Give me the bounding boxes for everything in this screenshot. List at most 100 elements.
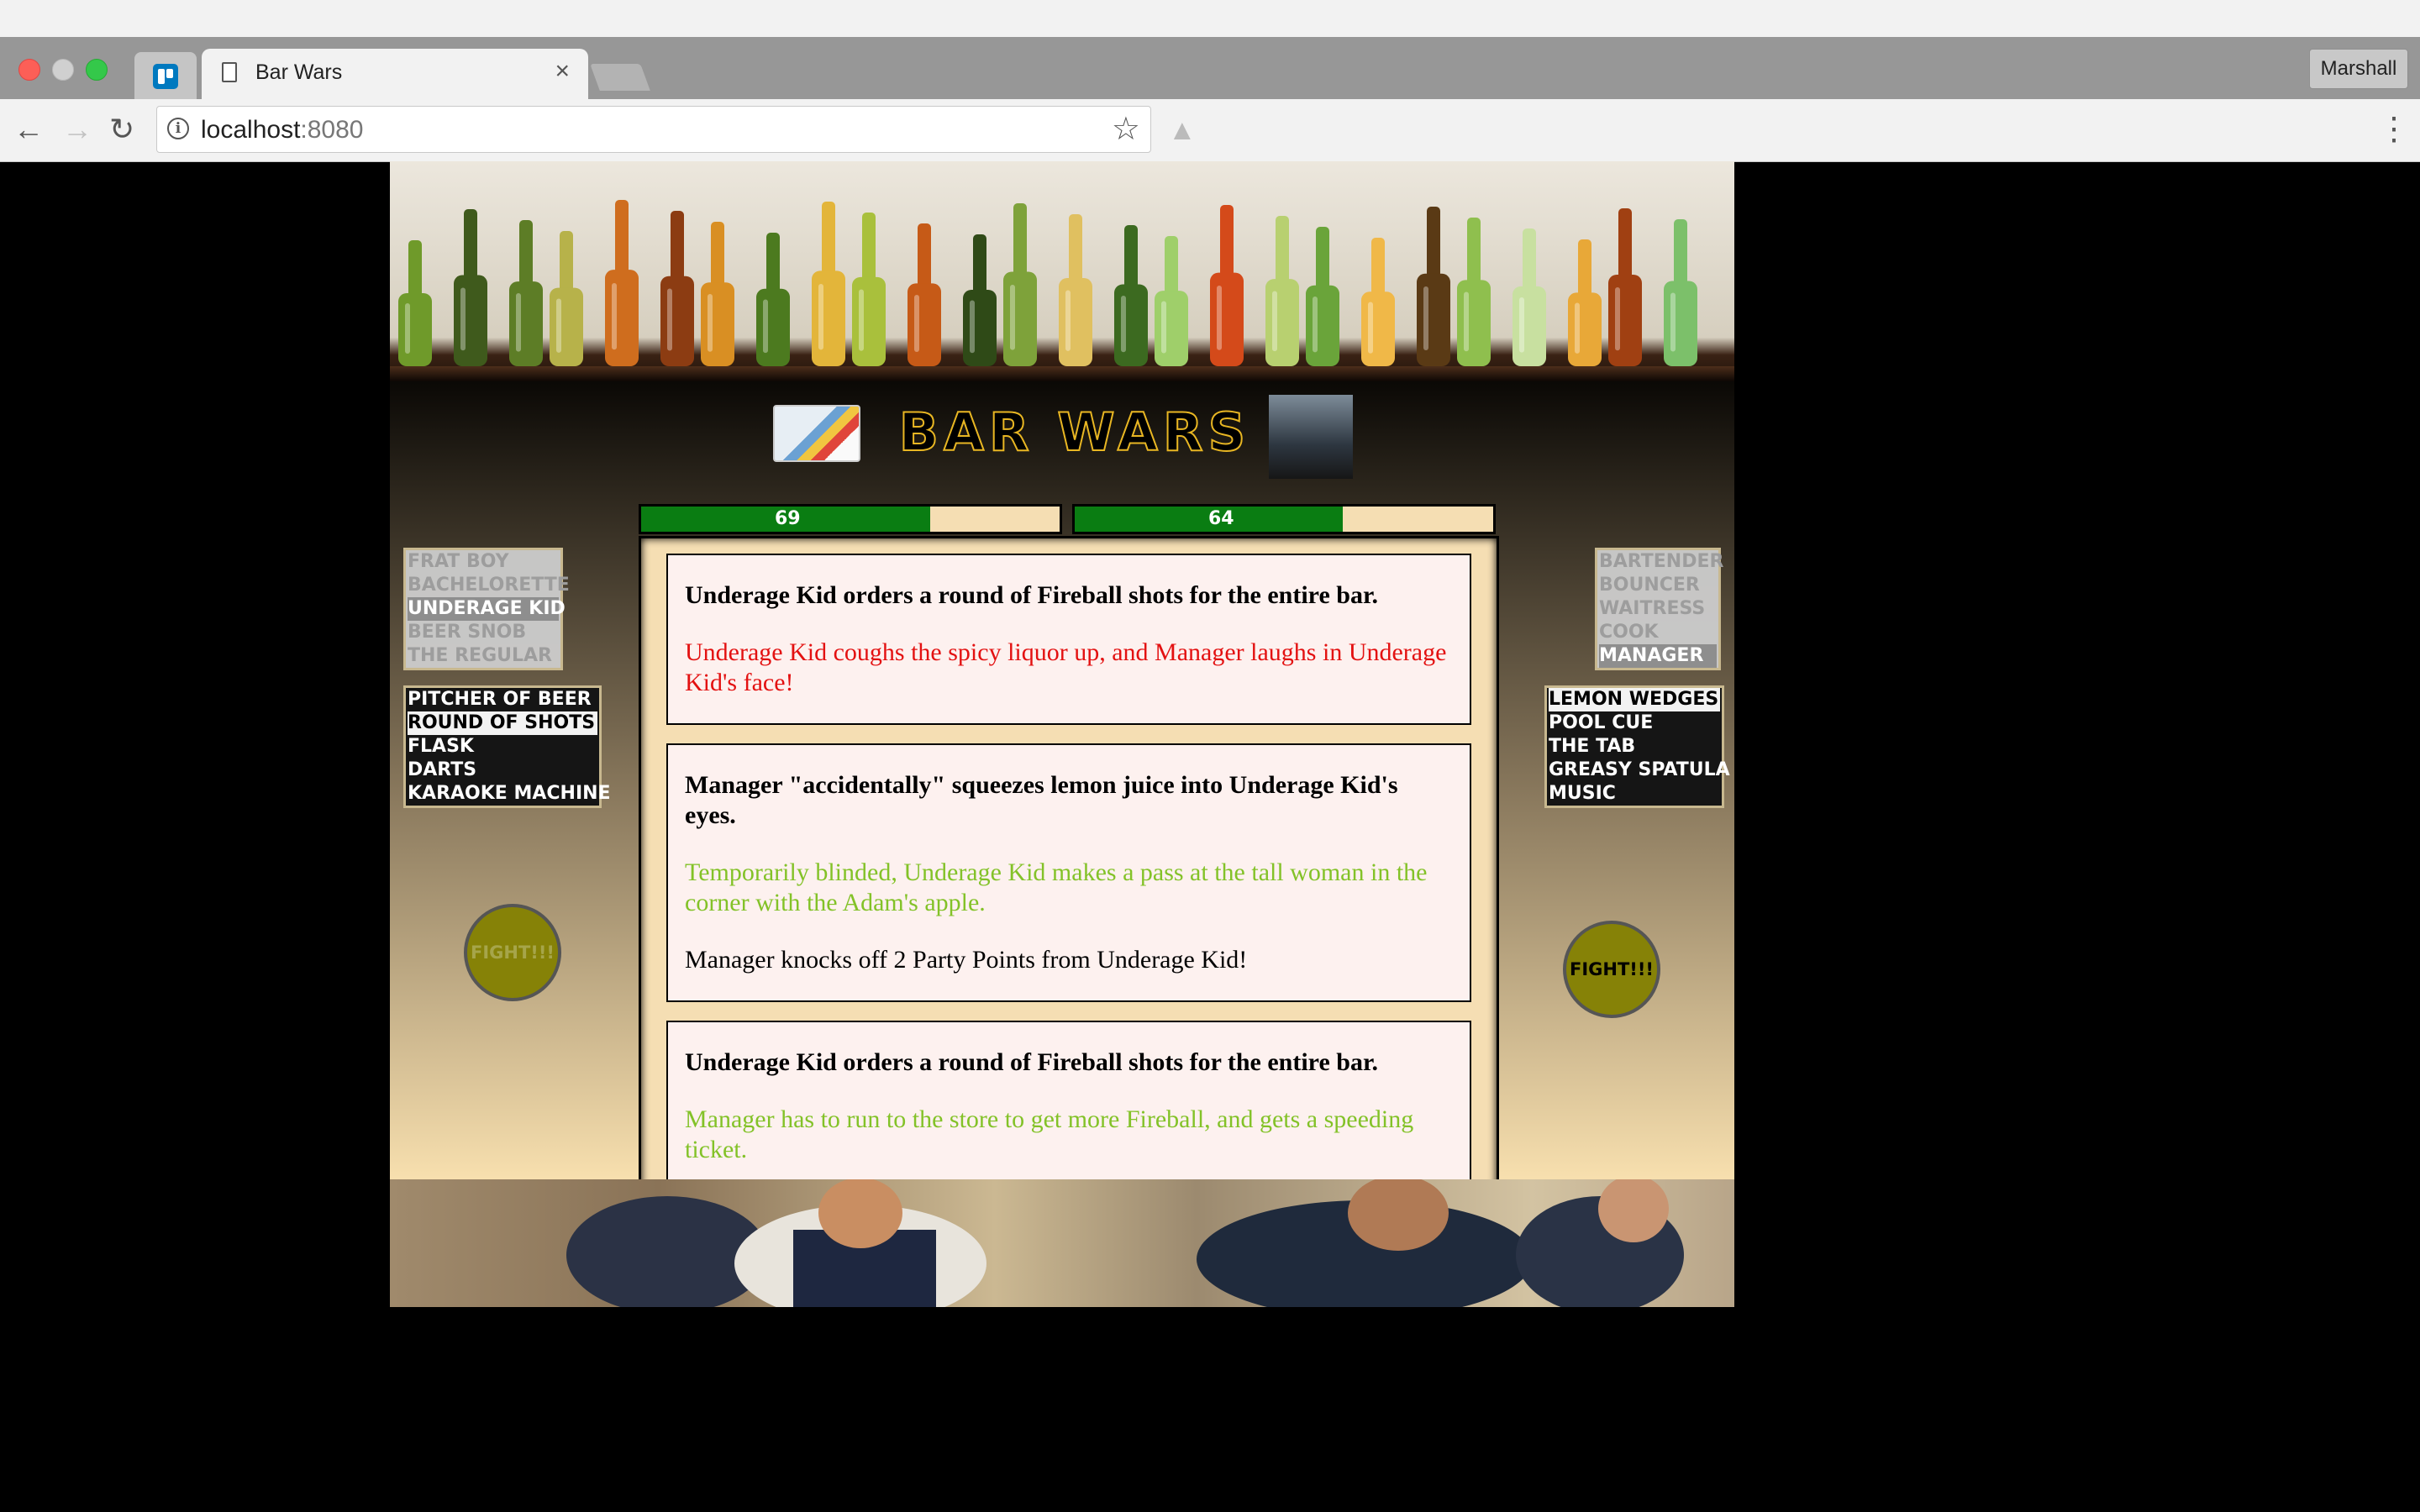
log-action: Manager "accidentally" squeezes lemon ju…	[685, 771, 1398, 829]
player-action-item-selected[interactable]: ROUND OF SHOTS	[408, 711, 597, 735]
new-tab-button[interactable]	[590, 64, 650, 91]
bottle-shape	[1417, 207, 1450, 366]
tab-title: Bar Wars	[255, 60, 343, 84]
enemy-action-item[interactable]: THE TAB	[1549, 735, 1720, 759]
log-entry: Manager "accidentally" squeezes lemon ju…	[666, 743, 1471, 1002]
player-portrait	[773, 405, 860, 462]
url-host: localhost	[201, 116, 301, 144]
bottle-shape	[509, 220, 543, 366]
bottle-shape	[701, 222, 734, 366]
enemy-health-bar: 64	[1072, 504, 1496, 534]
bottle-shape	[1664, 219, 1697, 366]
bottle-shape	[398, 240, 432, 366]
bottle-shape	[812, 202, 845, 366]
player-character-item[interactable]: THE REGULAR	[408, 644, 559, 668]
enemy-action-item[interactable]: GREASY SPATULA	[1549, 759, 1730, 782]
tab-bar-wars[interactable]: Bar Wars ×	[202, 49, 588, 99]
title-row: BAR WARS	[390, 395, 1734, 487]
player-health-value: 69	[774, 508, 801, 529]
bottle-shape	[1361, 238, 1395, 366]
player-fight-button[interactable]: FIGHT!!!	[464, 904, 561, 1001]
bottle-shape	[605, 200, 639, 366]
bar-fight-banner	[390, 1179, 1734, 1307]
log-entry: Underage Kid orders a round of Fireball …	[666, 1021, 1471, 1192]
enemy-action-list: LEMON WEDGES POOL CUE THE TAB GREASY SPA…	[1544, 685, 1730, 808]
player-action-list: PITCHER OF BEER ROUND OF SHOTS FLASK DAR…	[403, 685, 611, 808]
titlebar	[0, 0, 2420, 37]
bottle-shape	[1210, 205, 1244, 366]
url-text: localhost:8080	[201, 116, 363, 144]
minimize-window-button[interactable]	[52, 59, 74, 81]
shelf	[390, 366, 1734, 381]
log-result: Temporarily blinded, Underage Kid makes …	[685, 858, 1428, 916]
profile-button[interactable]: Marshall	[2309, 49, 2408, 89]
close-window-button[interactable]	[18, 59, 40, 81]
enemy-action-item[interactable]: POOL CUE	[1549, 711, 1720, 735]
enemy-character-item[interactable]: BOUNCER	[1599, 574, 1717, 597]
log-result: Manager knocks off 2 Party Points from U…	[685, 946, 1248, 974]
bookmark-star-icon[interactable]: ☆	[1112, 110, 1140, 148]
player-action-item[interactable]: DARTS	[408, 759, 597, 782]
log-result: Manager has to run to the store to get m…	[685, 1105, 1414, 1163]
bottles-banner	[390, 161, 1734, 381]
bottle-shape	[1155, 236, 1188, 366]
game-page: BAR WARS 69 64 FRAT BOY BACHELORETTE UND…	[390, 161, 1734, 1309]
info-icon[interactable]: i	[167, 118, 189, 139]
bottle-shape	[1457, 218, 1491, 366]
page-icon	[222, 62, 237, 82]
maximize-window-button[interactable]	[86, 59, 108, 81]
trello-icon	[153, 64, 178, 89]
player-action-item[interactable]: PITCHER OF BEER	[408, 688, 597, 711]
reload-icon[interactable]: ↻	[109, 111, 134, 148]
log-entry: Underage Kid orders a round of Fireball …	[666, 554, 1471, 725]
player-action-item[interactable]: KARAOKE MACHINE	[408, 782, 611, 806]
drive-icon[interactable]: ▲	[1168, 114, 1197, 147]
menu-icon[interactable]: ⋮	[2378, 111, 2410, 148]
player-health-bar: 69	[639, 504, 1062, 534]
log-action: Underage Kid orders a round of Fireball …	[685, 581, 1378, 609]
bottle-shape	[454, 209, 487, 366]
back-arrow-icon[interactable]: ←	[13, 111, 44, 148]
enemy-portrait	[1269, 395, 1353, 479]
player-character-item-selected[interactable]: UNDERAGE KID	[408, 597, 566, 621]
bottle-shape	[550, 231, 583, 366]
pinned-tab-trello[interactable]	[134, 52, 197, 99]
bottle-shape	[852, 213, 886, 366]
player-character-item[interactable]: BACHELORETTE	[408, 574, 570, 597]
bottle-shape	[1265, 216, 1299, 366]
enemy-health-value: 64	[1207, 508, 1234, 529]
bottles-image	[398, 200, 1697, 366]
enemy-action-item[interactable]: MUSIC	[1549, 782, 1720, 806]
bottle-shape	[1608, 208, 1642, 366]
close-tab-icon[interactable]: ×	[555, 57, 570, 86]
bar-fight-image	[566, 1179, 1684, 1307]
browser-toolbar: ← → ↻ i localhost:8080 ☆ ▲ ⋮	[0, 99, 2420, 162]
enemy-character-list: BARTENDER BOUNCER WAITRESS COOK MANAGER	[1595, 548, 1723, 670]
enemy-fight-button[interactable]: FIGHT!!!	[1563, 921, 1660, 1018]
enemy-action-item-selected[interactable]: LEMON WEDGES	[1549, 688, 1720, 711]
bottle-shape	[963, 234, 997, 366]
player-character-item[interactable]: FRAT BOY	[408, 550, 559, 574]
player-character-list: FRAT BOY BACHELORETTE UNDERAGE KID BEER …	[403, 548, 570, 670]
bottle-shape	[660, 211, 694, 366]
enemy-character-item-selected[interactable]: MANAGER	[1599, 644, 1717, 668]
bottle-shape	[1059, 214, 1092, 366]
player-action-item[interactable]: FLASK	[408, 735, 597, 759]
log-action: Underage Kid orders a round of Fireball …	[685, 1048, 1378, 1076]
forward-arrow-icon[interactable]: →	[62, 111, 92, 148]
bottle-shape	[1306, 227, 1339, 366]
log-result: Underage Kid coughs the spicy liquor up,…	[685, 638, 1447, 696]
enemy-character-item[interactable]: BARTENDER	[1599, 550, 1723, 574]
bottle-shape	[908, 223, 941, 366]
player-character-item[interactable]: BEER SNOB	[408, 621, 559, 644]
bottle-shape	[1512, 228, 1546, 366]
address-bar[interactable]: i localhost:8080 ☆	[156, 106, 1151, 153]
bottle-shape	[1003, 203, 1037, 366]
url-port: :8080	[300, 116, 364, 144]
enemy-character-item[interactable]: COOK	[1599, 621, 1717, 644]
game-title: BAR WARS	[898, 401, 1251, 464]
bottle-shape	[1114, 225, 1148, 366]
bottle-shape	[756, 233, 790, 366]
enemy-character-item[interactable]: WAITRESS	[1599, 597, 1717, 621]
bottle-shape	[1568, 239, 1602, 366]
